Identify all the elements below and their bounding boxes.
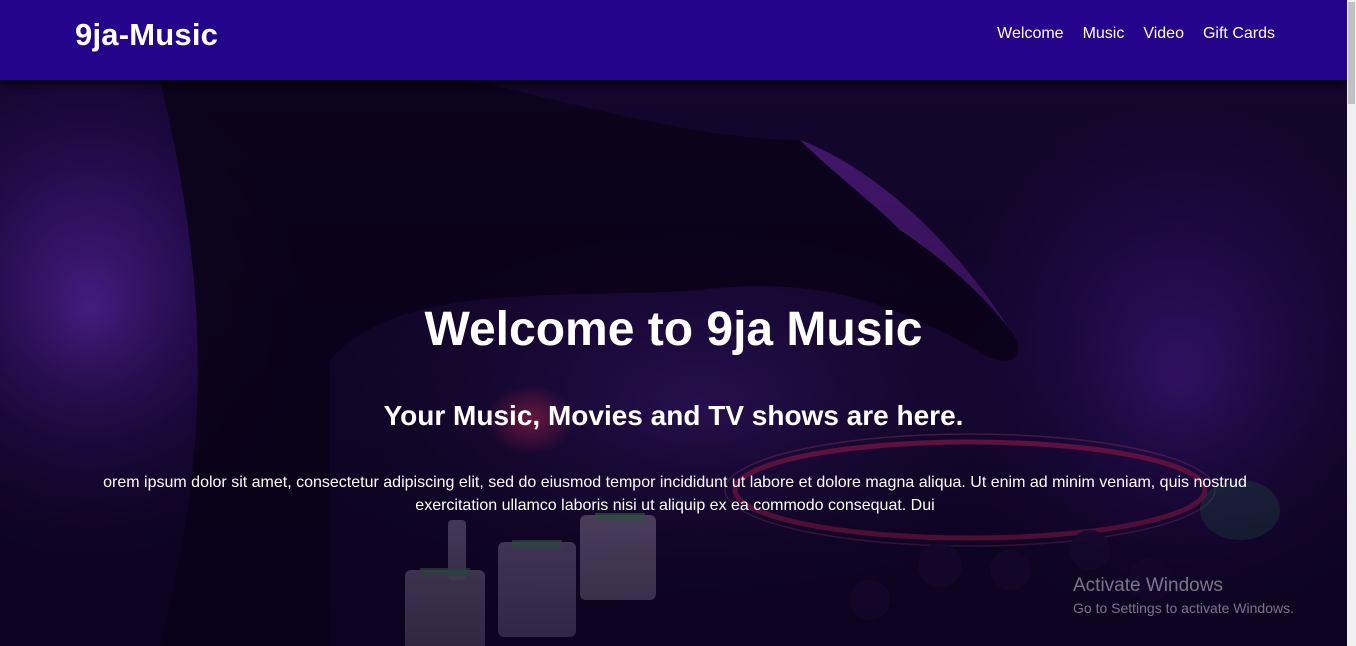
nav-link-gift-cards[interactable]: Gift Cards	[1203, 25, 1275, 43]
nav-link-video[interactable]: Video	[1143, 25, 1184, 43]
windows-activation-watermark: Activate Windows Go to Settings to activ…	[1073, 575, 1294, 616]
vertical-scrollbar[interactable]	[1347, 0, 1356, 646]
scrollbar-thumb[interactable]	[1348, 2, 1355, 104]
hero-section: Welcome to 9ja Music Your Music, Movies …	[0, 80, 1347, 646]
nav-link-welcome[interactable]: Welcome	[997, 25, 1063, 43]
hero-overlay	[0, 80, 1347, 646]
hero-title: Welcome to 9ja Music	[424, 303, 923, 356]
page: 9ja-Music Welcome Music Video Gift Cards	[0, 0, 1356, 646]
hero-description: orem ipsum dolor sit amet, consectetur a…	[103, 474, 1247, 514]
brand-logo[interactable]: 9ja-Music	[75, 17, 218, 53]
watermark-subtitle: Go to Settings to activate Windows.	[1073, 600, 1294, 616]
watermark-title: Activate Windows	[1073, 575, 1223, 596]
hero-subtitle: Your Music, Movies and TV shows are here…	[383, 400, 964, 431]
nav-menu: Welcome Music Video Gift Cards	[997, 25, 1275, 43]
nav-link-music[interactable]: Music	[1083, 25, 1125, 43]
navbar: 9ja-Music Welcome Music Video Gift Cards	[0, 0, 1347, 80]
